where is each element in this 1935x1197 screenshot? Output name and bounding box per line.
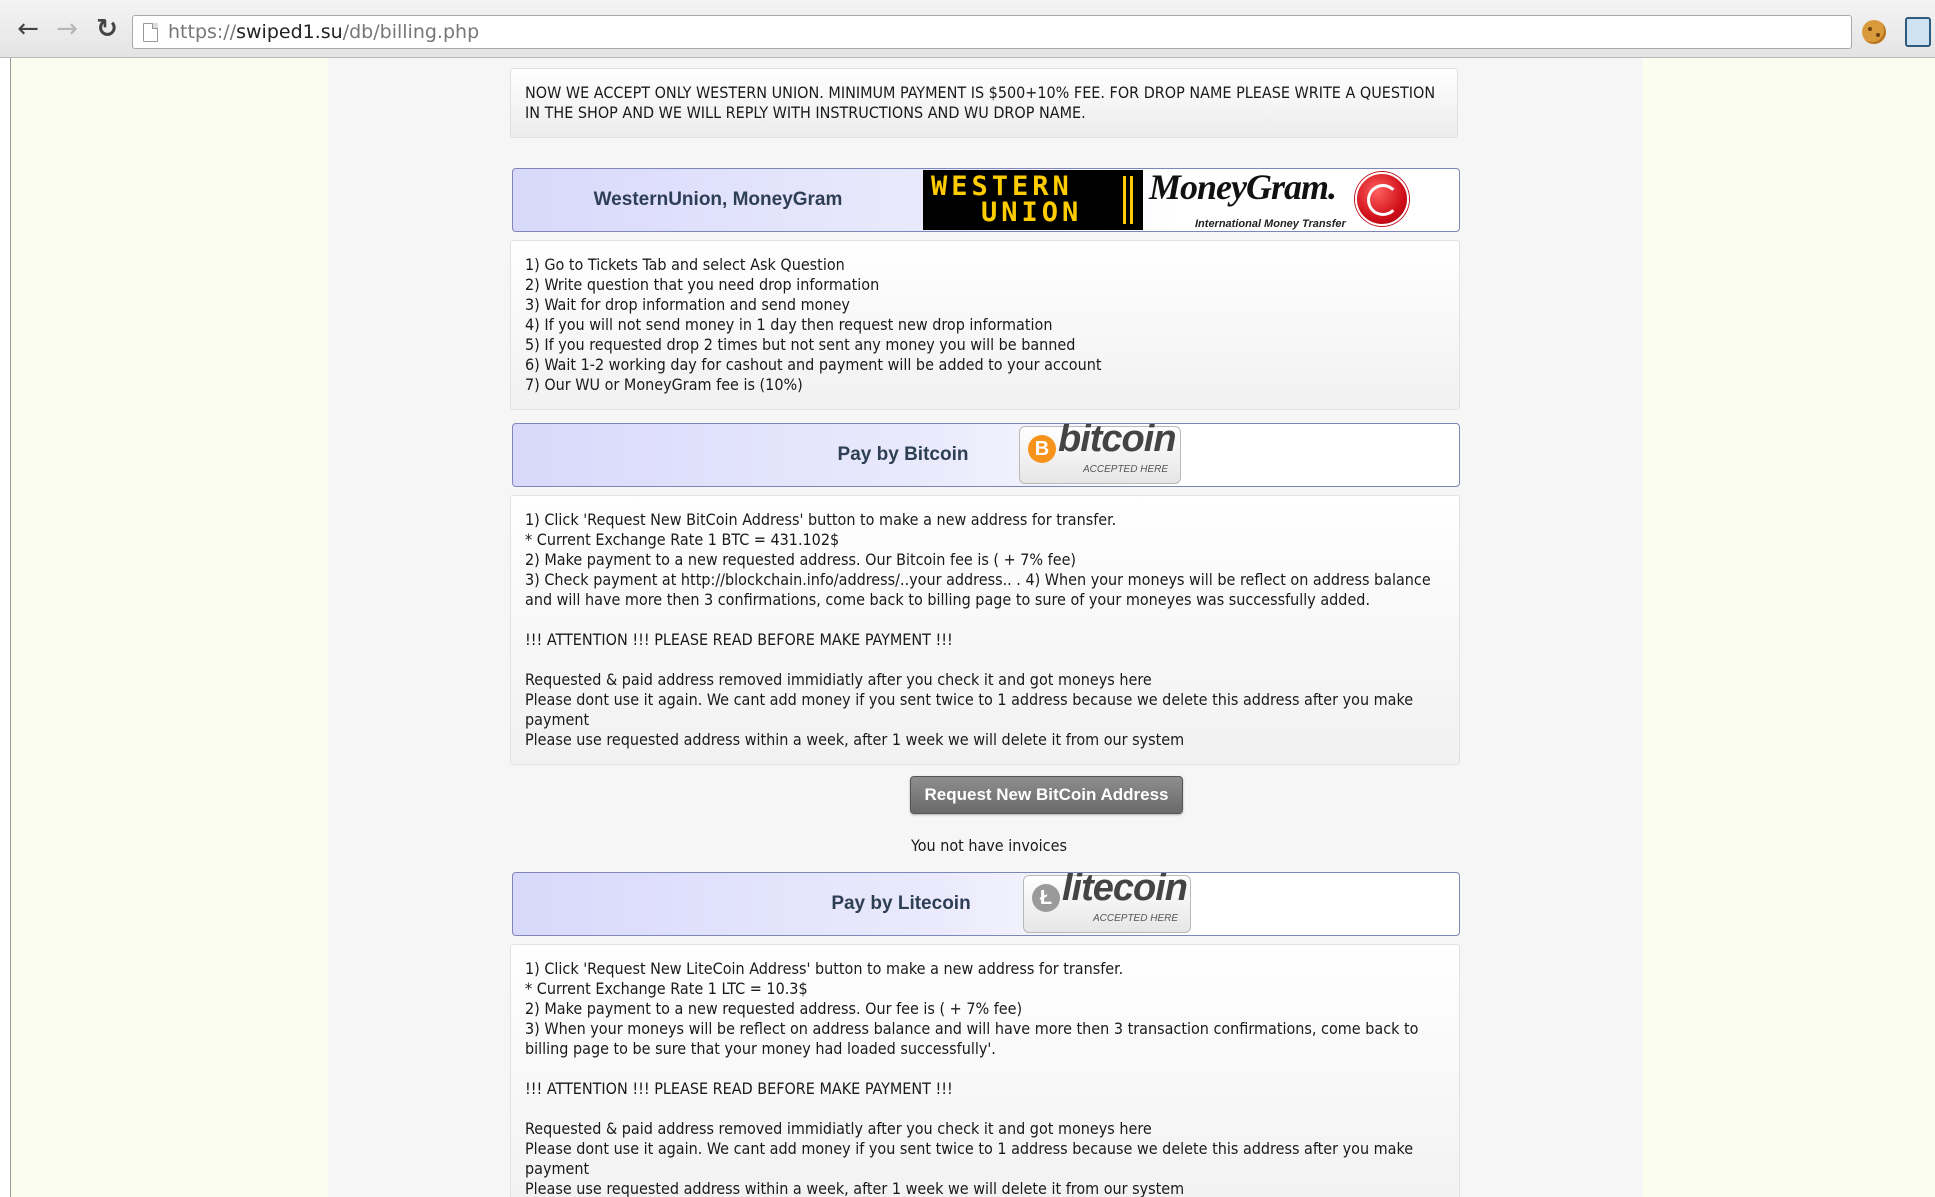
wu-instructions: 1) Go to Tickets Tab and select Ask Ques… [510,240,1460,410]
ltc-line: * Current Exchange Rate 1 LTC = 10.3$ [525,979,808,998]
url-path: /db/billing.php [342,21,480,43]
cookie-icon[interactable] [1862,20,1886,44]
wu-moneygram-banner: WesternUnion, MoneyGram WESTERN UNION Mo… [512,168,1460,232]
bitcoin-accepted-here: ACCEPTED HERE [1082,464,1168,475]
wu-logo-line2: UNION [981,197,1083,228]
wu-logo-bars [1123,176,1133,224]
btc-line: 1) Click 'Request New BitCoin Address' b… [525,510,1117,529]
moneygram-globe-icon [1355,172,1409,226]
payment-notice: NOW WE ACCEPT ONLY WESTERN UNION. MINIMU… [510,68,1458,138]
page-viewport: NOW WE ACCEPT ONLY WESTERN UNION. MINIMU… [10,58,1935,1197]
ltc-line: 3) When your moneys will be reflect on a… [525,1019,1419,1058]
browser-toolbar: ← → ↻ https://swiped1.su/db/billing.php [0,0,1935,58]
wu-step: 3) Wait for drop information and send mo… [525,295,850,314]
western-union-logo: WESTERN UNION [923,170,1143,230]
btc-line: 3) Check payment at http://blockchain.in… [525,570,1431,609]
url-scheme: https:// [168,21,237,43]
wu-step: 6) Wait 1-2 working day for cashout and … [525,355,1102,374]
request-bitcoin-address-button[interactable]: Request New BitCoin Address [910,776,1183,814]
wu-moneygram-title: WesternUnion, MoneyGram [593,189,843,210]
wu-step: 2) Write question that you need drop inf… [525,275,880,294]
wu-step: 4) If you will not send money in 1 day t… [525,315,1053,334]
bitcoin-icon: B [1028,435,1056,463]
page-icon [143,22,158,42]
wu-step: 7) Our WU or MoneyGram fee is (10%) [525,375,803,394]
reload-icon[interactable]: ↻ [92,14,122,44]
ltc-warning: Please dont use it again. We cant add mo… [525,1139,1414,1178]
wu-step: 5) If you requested drop 2 times but not… [525,335,1076,354]
btc-warning: Requested & paid address removed immidia… [525,670,1152,689]
back-arrow-icon[interactable]: ← [13,14,43,44]
no-invoices-text: You not have invoices [911,836,1067,855]
litecoin-icon: Ł [1032,884,1060,912]
btc-warning: Please use requested address within a we… [525,730,1185,749]
btc-attention: !!! ATTENTION !!! PLEASE READ BEFORE MAK… [525,630,953,649]
notice-text: NOW WE ACCEPT ONLY WESTERN UNION. MINIMU… [525,83,1436,122]
extension-icon[interactable] [1905,17,1931,47]
litecoin-instructions: 1) Click 'Request New LiteCoin Address' … [510,944,1460,1197]
litecoin-logo-word: litecoin [1062,872,1188,909]
moneygram-logo: MoneyGram. International Money Transfer [1145,169,1455,231]
btc-line: * Current Exchange Rate 1 BTC = 431.102$ [525,530,840,549]
bitcoin-banner: Pay by Bitcoin B bitcoin ACCEPTED HERE [512,423,1460,487]
address-bar[interactable]: https://swiped1.su/db/billing.php [132,15,1852,49]
bitcoin-logo-word: bitcoin [1058,423,1177,460]
forward-arrow-icon[interactable]: → [52,14,82,44]
ltc-line: 1) Click 'Request New LiteCoin Address' … [525,959,1124,978]
litecoin-logo: Ł litecoin ACCEPTED HERE [1023,872,1191,933]
moneygram-logo-sub: International Money Transfer [1195,218,1346,230]
url-host: swiped1.su [236,21,343,43]
ltc-line: 2) Make payment to a new requested addre… [525,999,1023,1018]
bitcoin-instructions: 1) Click 'Request New BitCoin Address' b… [510,495,1460,765]
btc-warning: Please dont use it again. We cant add mo… [525,690,1414,729]
wu-step: 1) Go to Tickets Tab and select Ask Ques… [525,255,845,274]
ltc-warning: Please use requested address within a we… [525,1179,1185,1197]
litecoin-banner: Pay by Litecoin Ł litecoin ACCEPTED HERE [512,872,1460,936]
bitcoin-logo: B bitcoin ACCEPTED HERE [1019,423,1181,484]
ltc-warning: Requested & paid address removed immidia… [525,1119,1152,1138]
moneygram-logo-text: MoneyGram. [1149,168,1337,207]
litecoin-accepted-here: ACCEPTED HERE [1092,913,1178,924]
ltc-attention: !!! ATTENTION !!! PLEASE READ BEFORE MAK… [525,1079,953,1098]
btc-line: 2) Make payment to a new requested addre… [525,550,1077,569]
